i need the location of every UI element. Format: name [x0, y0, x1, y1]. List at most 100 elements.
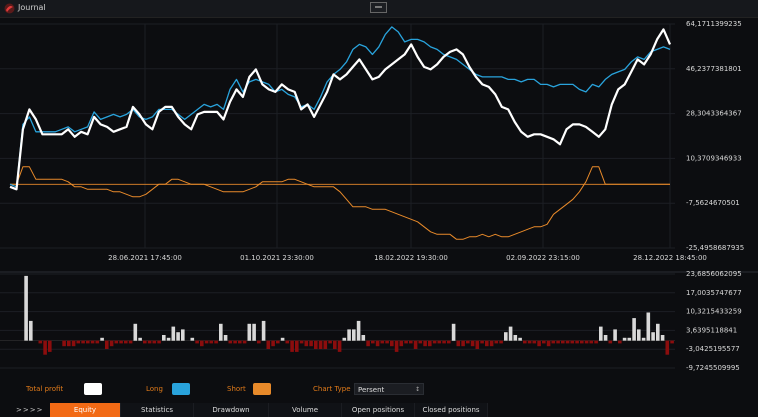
- profit-bar: [252, 323, 256, 341]
- profit-bar: [456, 340, 461, 347]
- profit-bar: [608, 340, 613, 344]
- chart-type-label: Chart Type: [313, 385, 351, 393]
- profit-bar: [470, 340, 475, 347]
- profit-bar: [204, 340, 209, 344]
- profit-bar: [447, 340, 451, 344]
- y-tick-label: -25,4958687935: [686, 244, 744, 252]
- profit-bar: [347, 329, 351, 341]
- x-tick-label: 28.12.2022 18:45:00: [633, 254, 707, 262]
- y-tick-label: -9,7245509995: [686, 364, 740, 372]
- tab-equity[interactable]: Equity: [50, 403, 121, 417]
- minus-icon: [375, 6, 382, 8]
- tab-volume[interactable]: Volume: [269, 403, 342, 417]
- chart-type-select[interactable]: Persent ↕: [354, 383, 424, 395]
- profit-bar: [385, 340, 389, 344]
- profit-bar: [432, 340, 437, 344]
- chevron-updown-icon: ↕: [414, 386, 420, 393]
- tab-statistics[interactable]: Statistics: [121, 403, 194, 417]
- profit-bar: [532, 340, 537, 344]
- profit-bar: [337, 340, 342, 352]
- profit-bar: [637, 329, 641, 341]
- profit-bar: [81, 340, 85, 344]
- profit-bar: [190, 337, 195, 341]
- x-tick-label: 02.09.2022 23:15:00: [506, 254, 580, 262]
- profit-bar: [565, 340, 570, 344]
- long-color-swatch[interactable]: [172, 383, 190, 395]
- profit-bar: [257, 340, 261, 344]
- profit-bar: [418, 340, 423, 344]
- profit-bar: [328, 340, 332, 344]
- profit-bar: [299, 340, 304, 344]
- restore-window-button[interactable]: [370, 2, 387, 13]
- profit-bar: [542, 340, 546, 344]
- tab-drawdown[interactable]: Drawdown: [194, 403, 269, 417]
- profit-bar: [352, 329, 356, 341]
- profit-bar: [214, 340, 218, 344]
- profit-bar: [29, 320, 33, 341]
- profit-bar: [404, 340, 408, 344]
- chart-svg: 64,1711399235 46,2377381801 28,3043364367 1…: [0, 18, 758, 380]
- profit-bar: [152, 340, 157, 344]
- profit-bar: [613, 329, 617, 341]
- profit-bar: [641, 337, 646, 341]
- profit-bar: [195, 340, 199, 344]
- tab-open-positions[interactable]: Open positions: [342, 403, 415, 417]
- x-tick-label: 28.06.2021 17:45:00: [108, 254, 182, 262]
- short-color-swatch[interactable]: [253, 383, 271, 395]
- title-bar: Journal: [0, 0, 758, 18]
- profit-bar: [318, 340, 323, 349]
- profit-bar: [209, 340, 214, 344]
- profit-bar: [86, 340, 90, 344]
- profit-bar: [38, 340, 43, 344]
- profit-bar: [622, 337, 627, 341]
- profit-bar: [523, 340, 527, 344]
- y-tick-label: 3,6395118841: [686, 326, 737, 334]
- profit-bar: [499, 340, 503, 344]
- profit-bar: [24, 275, 28, 341]
- profit-bar: [394, 340, 399, 352]
- profit-bar: [461, 340, 465, 347]
- tab-prefix: >>>>: [16, 406, 44, 414]
- y-tick-label: 46,2377381801: [686, 65, 742, 73]
- profit-bar: [527, 340, 532, 344]
- profit-bar: [105, 340, 109, 349]
- profit-bar: [627, 337, 632, 341]
- x-tick-label: 01.10.2021 23:30:00: [240, 254, 314, 262]
- total-profit-color-swatch[interactable]: [84, 383, 102, 395]
- profit-bar: [43, 340, 47, 355]
- profit-bar: [233, 340, 237, 344]
- profit-bar: [181, 329, 185, 341]
- profit-bar: [546, 340, 551, 347]
- long-label: Long: [146, 385, 163, 393]
- profit-bar: [323, 340, 328, 349]
- profit-bar: [660, 335, 665, 341]
- y-tick-label: 28,3043364367: [686, 110, 742, 118]
- profit-bar: [366, 340, 370, 347]
- profit-bar: [356, 320, 361, 341]
- chart-type-value: Persent: [358, 386, 385, 394]
- profit-bar: [67, 340, 71, 347]
- x-tick-label: 18.02.2022 19:30:00: [374, 254, 448, 262]
- profit-bar: [618, 340, 622, 344]
- profit-bar: [603, 335, 608, 341]
- profit-bar: [223, 335, 228, 341]
- profit-bar: [242, 340, 247, 344]
- tab-closed-positions[interactable]: Closed positions: [415, 403, 488, 417]
- profit-bar: [561, 340, 565, 344]
- profit-bar: [138, 337, 142, 341]
- profit-bar: [594, 340, 598, 344]
- profit-bar: [162, 335, 166, 341]
- equity-chart-area: 64,1711399235 46,2377381801 28,3043364367 1…: [0, 18, 758, 380]
- profit-bar: [371, 340, 375, 344]
- legend-bar: Total profit Long Short Chart Type Perse…: [0, 380, 758, 400]
- y-tick-label: -3,0425195577: [686, 345, 740, 353]
- profit-bar: [62, 340, 66, 347]
- profit-bar: [580, 340, 584, 344]
- profit-bar: [570, 340, 575, 344]
- total-profit-label: Total profit: [26, 385, 64, 393]
- profit-bar: [171, 326, 176, 341]
- profit-bar: [261, 320, 266, 341]
- profit-bar: [304, 340, 309, 347]
- profit-bar: [599, 326, 603, 341]
- profit-bar: [466, 340, 470, 344]
